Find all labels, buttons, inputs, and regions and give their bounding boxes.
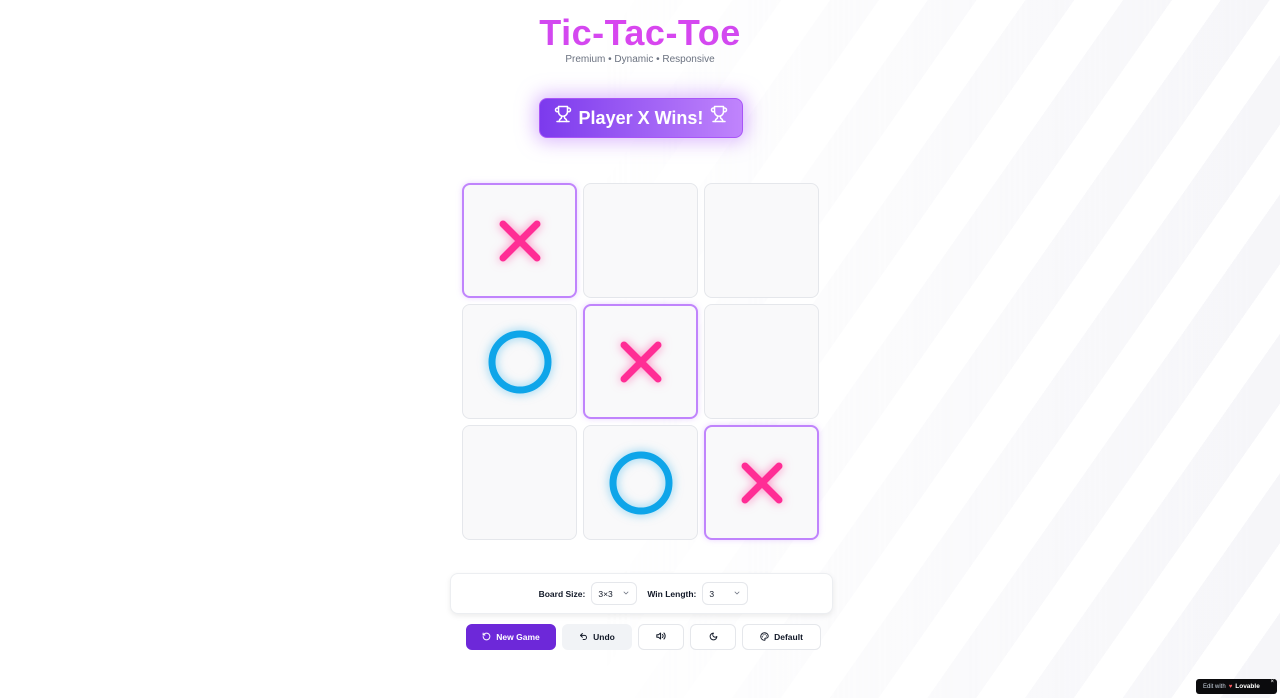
game-board: [462, 183, 821, 541]
page-title: Tic-Tac-Toe: [0, 12, 1280, 54]
close-icon[interactable]: ×: [1270, 679, 1274, 685]
settings-panel: Board Size: 3×3 Win Length: 3: [450, 573, 833, 614]
board-cell[interactable]: [462, 304, 577, 419]
edit-with-text: Edit with: [1203, 683, 1226, 690]
board-cell[interactable]: [583, 183, 698, 298]
win-length-label: Win Length:: [647, 588, 697, 599]
board-cell[interactable]: [583, 425, 698, 540]
theme-select-button[interactable]: Default: [742, 624, 821, 650]
board-cell[interactable]: [704, 425, 819, 540]
board-cell[interactable]: [704, 304, 819, 419]
board-size-select[interactable]: 3×3: [591, 582, 638, 605]
sound-toggle-button[interactable]: [638, 624, 684, 650]
win-length-select[interactable]: 3: [702, 582, 749, 605]
win-status-banner: Player X Wins!: [539, 98, 743, 138]
undo-button[interactable]: Undo: [562, 624, 632, 650]
chevron-down-icon: [622, 589, 630, 599]
chevron-down-icon: [733, 589, 741, 599]
x-mark-icon: [499, 220, 540, 261]
undo-icon: [579, 632, 588, 643]
game-controls: New Game Undo Default: [466, 624, 821, 650]
theme-label: Default: [774, 632, 803, 642]
o-mark-icon: [488, 330, 551, 393]
page-subtitle: Premium • Dynamic • Responsive: [565, 54, 715, 65]
x-mark-icon: [620, 341, 661, 382]
board-size-label: Board Size:: [538, 588, 586, 599]
heart-icon: ♥: [1228, 683, 1233, 690]
board-cell[interactable]: [462, 425, 577, 540]
volume-icon: [656, 631, 666, 643]
palette-icon: [760, 631, 769, 643]
o-mark-icon: [609, 451, 672, 514]
win-length-value: 3: [709, 588, 715, 599]
board-size-value: 3×3: [598, 588, 613, 599]
board-cell[interactable]: [583, 304, 698, 419]
dark-mode-toggle-button[interactable]: [690, 624, 736, 650]
win-status-text: Player X Wins!: [578, 107, 704, 128]
board-cell[interactable]: [704, 183, 819, 298]
lovable-brand: Lovable: [1235, 683, 1260, 690]
trophy-icon: [554, 105, 572, 123]
trophy-icon: [710, 105, 728, 123]
new-game-label: New Game: [496, 632, 540, 642]
rotate-ccw-icon: [482, 632, 491, 643]
moon-icon: [709, 632, 718, 643]
edit-with-lovable-badge[interactable]: Edit with ♥ Lovable ×: [1196, 679, 1277, 694]
board-cell[interactable]: [462, 183, 577, 298]
new-game-button[interactable]: New Game: [466, 624, 556, 650]
x-mark-icon: [741, 462, 782, 503]
undo-label: Undo: [593, 632, 615, 642]
